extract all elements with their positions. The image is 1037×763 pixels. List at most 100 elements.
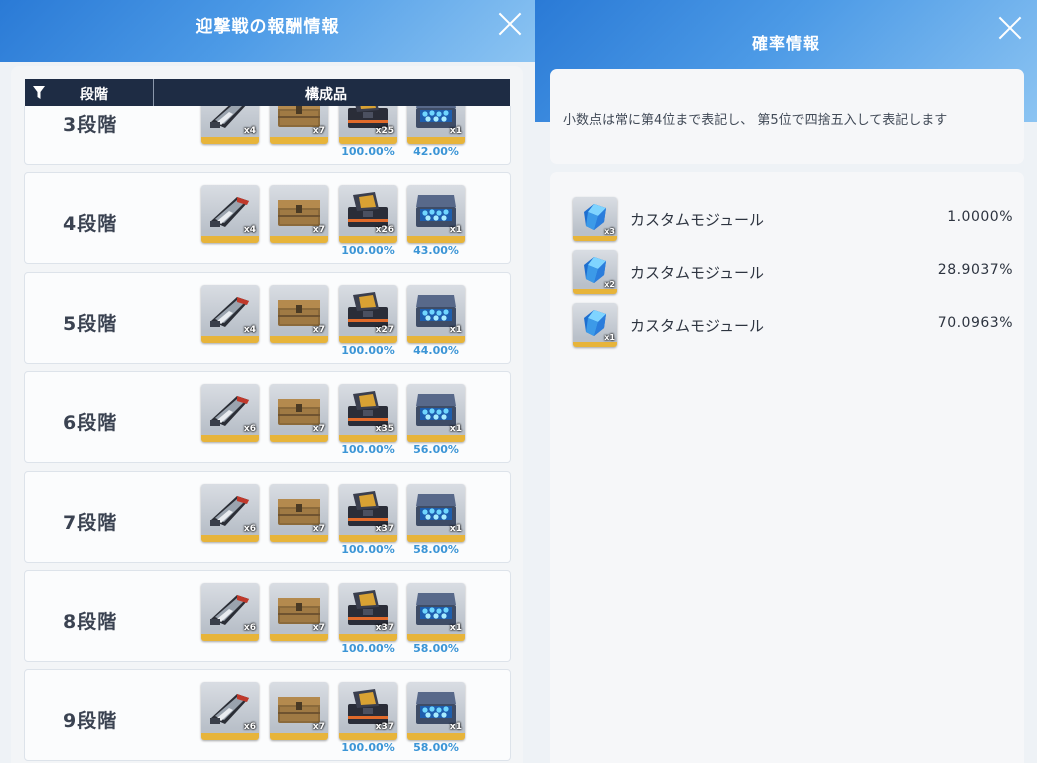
dark-case-icon[interactable]: x26 (339, 185, 397, 244)
module-case-icon[interactable]: x1 (407, 106, 465, 144)
launcher-icon[interactable]: x6 (201, 582, 259, 641)
stage-row: 7段階 x6 x7 x37 100.00% x1 58.00% (24, 470, 511, 563)
rounding-note: 小数点は常に第4位まで表記し、 第5位で四捨五入して表記します (563, 113, 948, 128)
dark-case-icon[interactable]: x25 (339, 106, 397, 144)
item-quantity: x3 (604, 227, 615, 236)
supply-crate-icon[interactable]: x7 (270, 284, 328, 343)
probability-row: x3 カスタムモジュール 1.0000% (573, 197, 1013, 245)
module-case-icon[interactable]: x1 (407, 582, 465, 641)
drop-rate: 100.00% (341, 443, 395, 457)
supply-crate-icon[interactable]: x7 (270, 106, 328, 144)
item-quantity: x1 (449, 523, 462, 534)
drop-rate: 43.00% (413, 244, 459, 258)
column-divider (153, 79, 154, 106)
item-quantity: x37 (375, 622, 394, 633)
probability-value: 70.0963% (937, 315, 1013, 331)
rewards-panel: 迎撃戦の報酬情報 段階 構成品 3段階 x4 x7 x25 100.00% x1 42.00… (0, 0, 535, 763)
rounding-note-card: 小数点は常に第4位まで表記し、 第5位で四捨五入して表記します (550, 69, 1024, 164)
item-quantity: x7 (312, 622, 325, 633)
probability-title: 確率情報 (751, 34, 820, 53)
dark-case-icon[interactable]: x35 (339, 384, 397, 443)
item-quantity: x1 (449, 126, 462, 136)
probability-value: 28.9037% (937, 262, 1013, 278)
probability-list: x3 カスタムモジュール 1.0000% x2 カスタムモジュール 28.903… (550, 172, 1024, 763)
item-quantity: x6 (243, 523, 256, 534)
probability-item-name: カスタムモジュール (630, 211, 764, 229)
drop-rate: 100.00% (341, 641, 395, 655)
module-case-icon[interactable]: x1 (407, 185, 465, 244)
item-quantity: x4 (243, 126, 256, 136)
launcher-icon[interactable]: x6 (201, 682, 259, 741)
dark-case-icon[interactable]: x37 (339, 582, 397, 641)
stage-row: 3段階 x4 x7 x25 100.00% x1 42.00% (24, 106, 511, 165)
item-quantity: x1 (449, 225, 462, 236)
crystal-module-icon[interactable]: x3 (573, 197, 617, 241)
filter-icon[interactable] (33, 86, 45, 100)
launcher-icon[interactable]: x6 (201, 384, 259, 443)
rewards-table-header: 段階 構成品 (25, 79, 510, 106)
probability-close-icon[interactable] (997, 15, 1023, 41)
module-case-icon[interactable]: x1 (407, 384, 465, 443)
probability-item-name: カスタムモジュール (630, 317, 764, 335)
item-quantity: x37 (375, 523, 394, 534)
item-quantity: x7 (312, 126, 325, 136)
column-header-stage[interactable]: 段階 (80, 84, 108, 104)
stage-row: 5段階 x4 x7 x27 100.00% x1 44.00% (24, 271, 511, 364)
dark-case-icon[interactable]: x37 (339, 483, 397, 542)
dark-case-icon[interactable]: x27 (339, 284, 397, 343)
launcher-icon[interactable]: x6 (201, 483, 259, 542)
drop-rate: 100.00% (341, 542, 395, 556)
launcher-icon[interactable]: x4 (201, 284, 259, 343)
stage-label: 9段階 (63, 710, 118, 733)
item-quantity: x4 (243, 225, 256, 236)
item-quantity: x1 (449, 424, 462, 435)
supply-crate-icon[interactable]: x7 (270, 582, 328, 641)
launcher-icon[interactable]: x4 (201, 185, 259, 244)
probability-row: x2 カスタムモジュール 28.9037% (573, 250, 1013, 298)
module-case-icon[interactable]: x1 (407, 284, 465, 343)
item-quantity: x26 (375, 225, 394, 236)
supply-crate-icon[interactable]: x7 (270, 682, 328, 741)
drop-rate: 44.00% (413, 343, 459, 357)
drop-rate: 100.00% (341, 741, 395, 755)
item-quantity: x4 (243, 324, 256, 335)
item-quantity: x27 (375, 324, 394, 335)
stage-label: 7段階 (63, 511, 118, 534)
supply-crate-icon[interactable]: x7 (270, 384, 328, 443)
stage-label: 8段階 (63, 610, 118, 633)
stage-row: 4段階 x4 x7 x26 100.00% x1 43.00% (24, 172, 511, 265)
dark-case-icon[interactable]: x37 (339, 682, 397, 741)
module-case-icon[interactable]: x1 (407, 682, 465, 741)
drop-rate: 100.00% (341, 145, 395, 158)
drop-rate: 58.00% (413, 641, 459, 655)
item-quantity: x37 (375, 722, 394, 733)
item-quantity: x6 (243, 622, 256, 633)
column-header-items: 構成品 (305, 87, 347, 103)
drop-rate: 100.00% (341, 343, 395, 357)
crystal-module-icon[interactable]: x1 (573, 303, 617, 347)
item-quantity: x35 (375, 424, 394, 435)
supply-crate-icon[interactable]: x7 (270, 185, 328, 244)
supply-crate-icon[interactable]: x7 (270, 483, 328, 542)
rewards-title: 迎撃戦の報酬情報 (195, 17, 340, 37)
probability-panel: 確率情報 小数点は常に第4位まで表記し、 第5位で四捨五入して表記します x3 … (535, 0, 1037, 763)
item-quantity: x7 (312, 225, 325, 236)
probability-item-name: カスタムモジュール (630, 264, 764, 282)
stage-label: 3段階 (63, 114, 118, 136)
item-quantity: x1 (449, 722, 462, 733)
item-quantity: x7 (312, 324, 325, 335)
probability-value: 1.0000% (947, 209, 1013, 225)
module-case-icon[interactable]: x1 (407, 483, 465, 542)
stage-row: 9段階 x6 x7 x37 100.00% x1 58.00% (24, 669, 511, 762)
crystal-module-icon[interactable]: x2 (573, 250, 617, 294)
probability-row: x1 カスタムモジュール 70.0963% (573, 303, 1013, 351)
stage-row: 6段階 x6 x7 x35 100.00% x1 56.00% (24, 371, 511, 464)
launcher-icon[interactable]: x4 (201, 106, 259, 144)
item-quantity: x25 (375, 126, 394, 136)
item-quantity: x1 (449, 324, 462, 335)
rewards-close-icon[interactable] (497, 11, 523, 37)
item-quantity: x7 (312, 722, 325, 733)
rewards-list[interactable]: 3段階 x4 x7 x25 100.00% x1 42.00% 4段階 x4 x7 x26 100.0… (24, 106, 512, 763)
drop-rate: 100.00% (341, 244, 395, 258)
drop-rate: 58.00% (413, 741, 459, 755)
